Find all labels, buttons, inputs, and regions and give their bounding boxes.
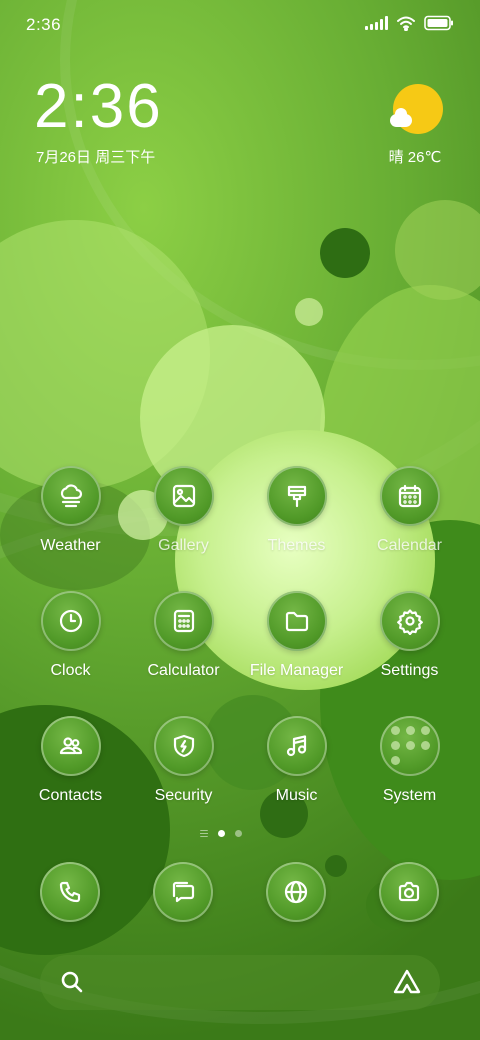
app-themes[interactable]: Themes [240,466,353,566]
signal-icon [365,16,388,30]
gallery-icon [153,466,214,526]
app-calculator[interactable]: Calculator [127,591,240,691]
wifi-icon [397,16,415,31]
status-time: 2:36 [26,15,62,34]
app-label: File Manager [249,662,344,679]
browser-icon [284,880,308,904]
gear-icon [379,591,440,651]
dock-phone[interactable] [40,862,100,922]
dock-messages[interactable] [153,862,213,922]
clock-icon [40,591,101,651]
shield-icon [153,716,214,776]
app-calendar[interactable]: Calendar [353,466,466,566]
clock-widget-date[interactable]: 7月26日 周三下午 [36,146,155,167]
app-file-manager[interactable]: File Manager [240,591,353,691]
weather-widget[interactable]: 晴 26℃ [380,84,450,174]
clock-widget-time[interactable]: 2:36 [34,76,163,138]
app-label: Clock [50,662,91,679]
calendar-icon [379,466,440,526]
messages-icon [172,881,195,903]
app-label: Settings [380,662,439,679]
app-label: Calendar [377,537,442,554]
weather-temperature: 晴 26℃ [388,149,442,166]
app-music[interactable]: Music [240,716,353,816]
app-security[interactable]: Security [127,716,240,816]
folder-icon [266,591,327,651]
battery-icon [424,15,453,31]
calculator-icon [153,591,214,651]
phone-icon [59,881,81,903]
app-label: System [382,787,437,804]
themes-icon [266,466,327,526]
status-bar: 2:36 [0,0,480,50]
app-gallery[interactable]: Gallery [127,466,240,566]
page-indicator[interactable] [200,830,242,837]
dock-camera[interactable] [379,862,439,922]
weather-icon [40,466,101,526]
page-dot-feed[interactable] [200,830,208,837]
page-dot-2[interactable] [235,830,242,837]
app-settings[interactable]: Settings [353,591,466,691]
app-contacts[interactable]: Contacts [14,716,127,816]
folder-grid-icon [379,716,440,776]
camera-icon [398,881,420,902]
app-label: Weather [40,537,101,554]
contacts-icon [40,716,101,776]
page-dot-1[interactable] [218,830,225,837]
app-label: Security [154,787,213,804]
search-bar[interactable] [40,955,440,1010]
dock-browser[interactable] [266,862,326,922]
app-label: Music [275,787,318,804]
app-label: Themes [267,537,326,554]
cloud-icon [390,108,412,127]
search-icon [61,971,83,993]
app-label: Gallery [158,537,209,554]
folder-system[interactable]: System [353,716,466,816]
app-label: Contacts [38,787,103,804]
app-clock[interactable]: Clock [14,591,127,691]
music-icon [266,716,327,776]
app-weather[interactable]: Weather [14,466,127,566]
assistant-icon[interactable] [392,968,422,996]
app-label: Calculator [147,662,220,679]
